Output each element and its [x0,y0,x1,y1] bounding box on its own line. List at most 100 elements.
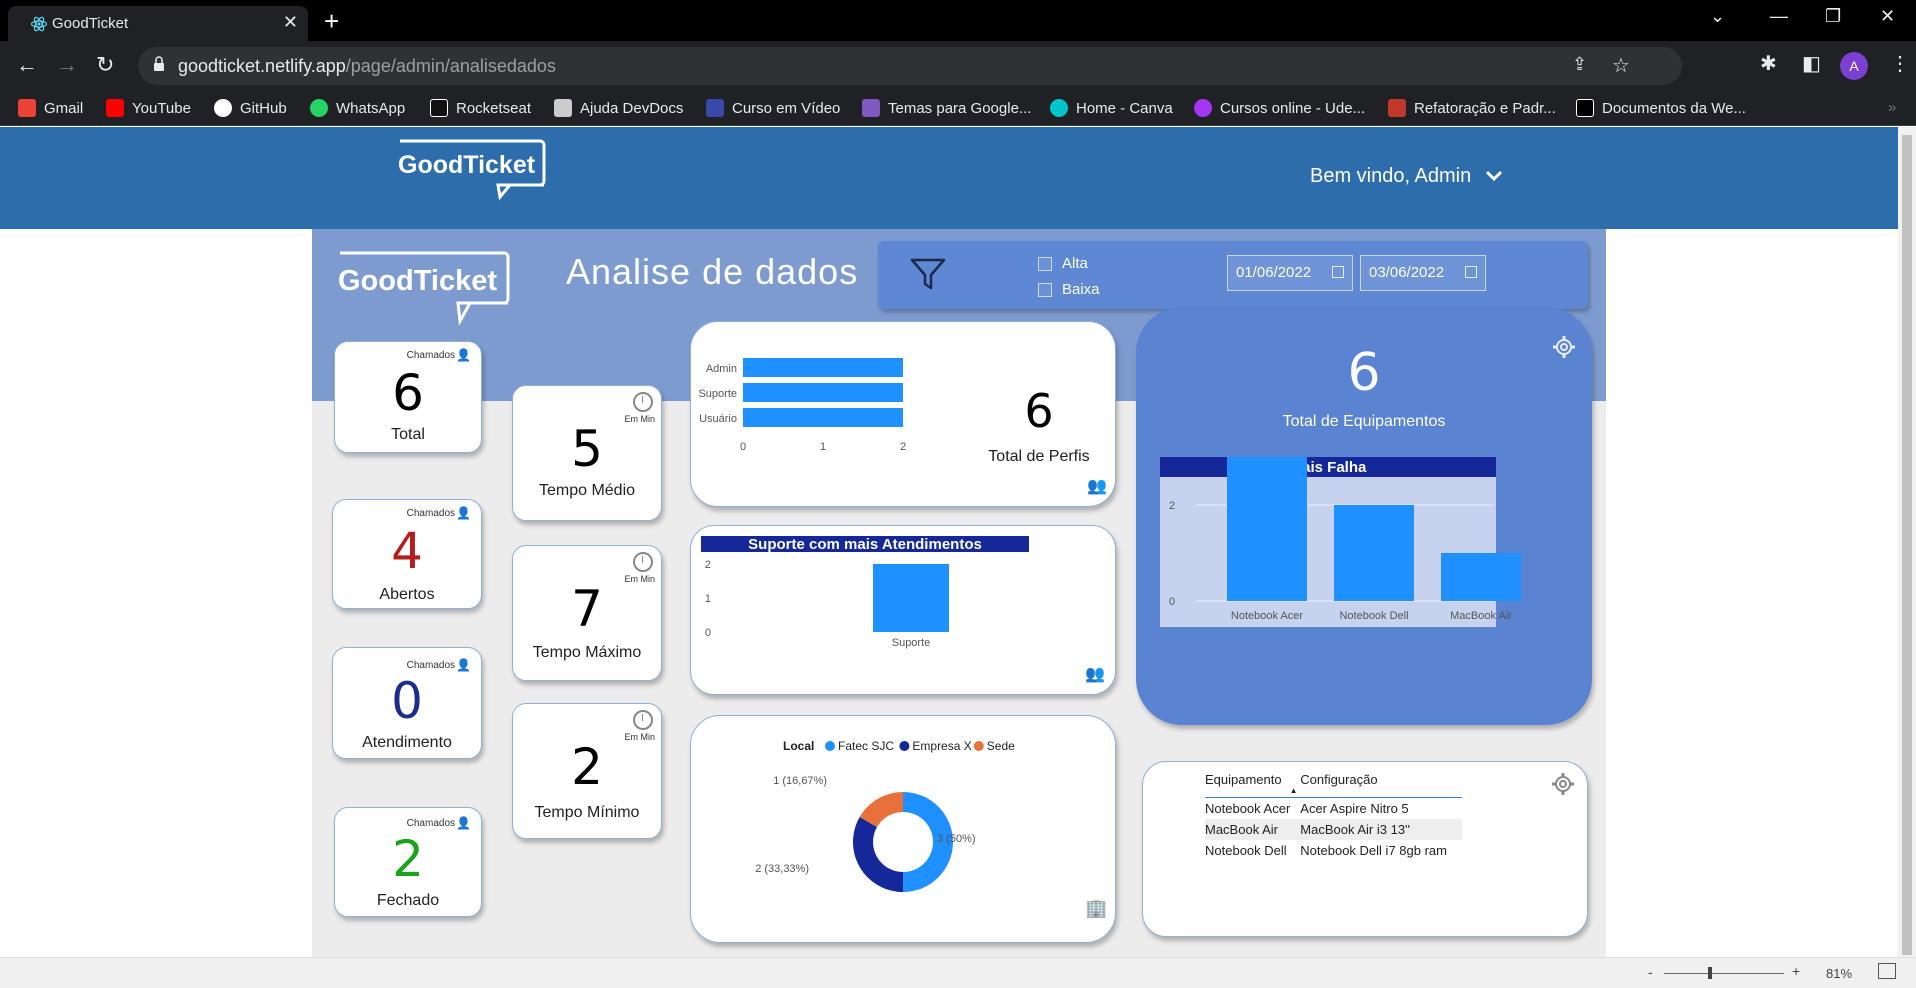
reload-icon[interactable]: ↻ [96,52,114,78]
address-bar[interactable]: goodticket.netlify.app/page/admin/analis… [138,47,1682,85]
attending-value: 0 [391,672,423,730]
bookmark-label: Curso em Vídeo [732,99,841,117]
table-row[interactable]: Notebook Acer Acer Aspire Nitro 5 [1205,798,1462,820]
bookmark-github[interactable]: GitHub [214,99,287,117]
min-time-value: 2 [571,738,603,796]
minimize-icon[interactable]: — [1770,6,1788,27]
y-tick-label: 1 [705,593,711,605]
x-tick-label: 1 [820,441,826,453]
legend-label: Fatec SJC [838,739,894,753]
vertical-scrollbar[interactable] [1898,127,1916,957]
zoom-out-icon[interactable]: - [1648,964,1653,980]
bookmark-whatsapp[interactable]: WhatsApp [310,99,405,117]
bookmark-gmail[interactable]: Gmail [18,99,83,117]
building-icon: 🏢 [1085,898,1108,918]
category-label: Notebook Acer [1231,610,1303,622]
y-tick-label: 0 [1169,596,1175,608]
restore-icon[interactable]: ❐ [1825,6,1841,27]
legend-swatch [973,741,984,751]
browser-tab-strip: GoodTicket ✕ + ⌄ — ❐ ✕ [0,0,1916,41]
scrollbar-thumb[interactable] [1902,135,1912,955]
profiles-bar-chart: Admin Suporte Usuário 0 1 2 [698,358,906,453]
bookmark-canva[interactable]: Home - Canva [1050,99,1173,117]
bookmark-documentos[interactable]: Documentos da We... [1576,99,1746,117]
zoom-in-icon[interactable]: + [1792,963,1800,979]
time-card-min: Em Min 2 Tempo Mínimo [512,703,662,839]
chamados-tag: Chamados [406,660,455,671]
bookmark-rocketseat[interactable]: Rocketseat [430,99,531,117]
people-group-icon: 👥 [1085,666,1105,683]
y-tick-label: 0 [705,627,711,639]
ticket-person-icon: 👤 [456,506,471,520]
fit-to-page-icon[interactable] [1878,963,1896,979]
zoom-slider-handle[interactable] [1708,967,1712,979]
url-text: goodticket.netlify.app/page/admin/analis… [178,56,556,77]
table-cell: MacBook Air [1205,819,1301,840]
date-from-value: 01/06/2022 [1236,264,1312,281]
support-bar-chart: Suporte com mais Atendimentos 0 1 2 Suporte [701,536,1029,649]
bookmark-udemy[interactable]: Cursos online - Ude... [1194,99,1365,117]
closed-value: 2 [392,830,424,888]
profiles-total-value: 6 [1024,384,1054,438]
zoom-slider[interactable] [1664,973,1784,974]
app-logo[interactable]: GoodTicket [398,139,546,201]
menu-icon[interactable]: ⋮ [1890,51,1910,76]
bookmark-label: Home - Canva [1076,99,1173,117]
back-icon[interactable]: ← [16,52,38,78]
bookmark-label: YouTube [132,99,191,117]
bookmark-devdocs[interactable]: Ajuda DevDocs [554,99,683,117]
table-row[interactable]: Notebook Dell Notebook Dell i7 8gb ram [1205,840,1462,861]
close-window-icon[interactable]: ✕ [1880,6,1895,27]
tab-search-icon[interactable]: ⌄ [1710,6,1725,27]
udemy-icon [1194,99,1212,117]
new-tab-icon[interactable]: + [324,6,339,37]
side-panel-icon[interactable]: ◧ [1802,51,1821,76]
profile-avatar[interactable]: A [1840,52,1868,80]
column-header-equipamento[interactable]: Equipamento [1205,772,1301,798]
bookmark-label: WhatsApp [336,99,406,117]
calendar-icon[interactable] [1332,266,1344,278]
legend-title: Local [783,739,814,753]
date-from-input[interactable]: 01/06/2022 [1227,255,1353,291]
bookmark-refatoracao[interactable]: Refatoração e Padr... [1388,99,1556,117]
user-menu[interactable]: Bem vindo, Admin [1310,165,1503,188]
chamados-tag: Chamados [406,508,455,519]
x-tick-label: 0 [740,441,746,453]
filter-funnel-icon[interactable] [910,257,946,291]
forward-icon[interactable]: → [56,52,78,78]
browser-tab[interactable]: GoodTicket ✕ [8,6,308,41]
chamados-tag: Chamados [406,818,455,829]
calendar-icon[interactable] [1465,266,1477,278]
alta-checkbox[interactable] [1038,257,1052,271]
column-header-configuracao[interactable]: Configuração ▲ [1290,772,1463,798]
address-toolbar: ← → ↻ goodticket.netlify.app/page/admin/… [0,41,1916,91]
bar [743,358,903,377]
whatsapp-icon [310,99,328,117]
bookmark-youtube[interactable]: YouTube [106,99,191,117]
bookmark-temas-google[interactable]: Temas para Google... [862,99,1031,117]
profiles-card: Admin Suporte Usuário 0 1 2 6 Total de Perfis… [690,321,1116,507]
page-viewport: GoodTicket Bem vindo, Admin GoodTicket A… [0,127,1898,957]
temas-icon [862,99,880,117]
welcome-text: Bem vindo, Admin [1310,165,1472,187]
share-icon[interactable]: ⇪ [1572,54,1587,75]
devdocs-icon [554,99,572,117]
mdn-icon [1576,99,1594,117]
y-tick-label: 2 [1169,500,1175,512]
bookmark-star-icon[interactable]: ☆ [1612,53,1630,78]
clock-icon [633,552,653,572]
more-bookmarks-icon[interactable]: » [1888,99,1896,116]
bookmark-curso-em-video[interactable]: Curso em Vídeo [706,99,840,117]
speech-bubble-logo-icon [400,139,546,201]
settings-gear-icon[interactable] [1551,772,1575,796]
bar [743,408,903,427]
extensions-icon[interactable]: ✱ [1760,51,1777,76]
date-to-input[interactable]: 03/06/2022 [1360,255,1486,291]
baixa-checkbox[interactable] [1038,283,1052,297]
table-row[interactable]: MacBook Air MacBook Air i3 13'' [1205,819,1463,840]
close-tab-icon[interactable]: ✕ [283,12,298,33]
youtube-icon [106,99,124,117]
donut-slice [853,817,903,892]
table-cell: Notebook Dell i7 8gb ram [1300,843,1447,858]
ticket-card-open: Chamados 👤 4 Abertos [332,499,482,609]
